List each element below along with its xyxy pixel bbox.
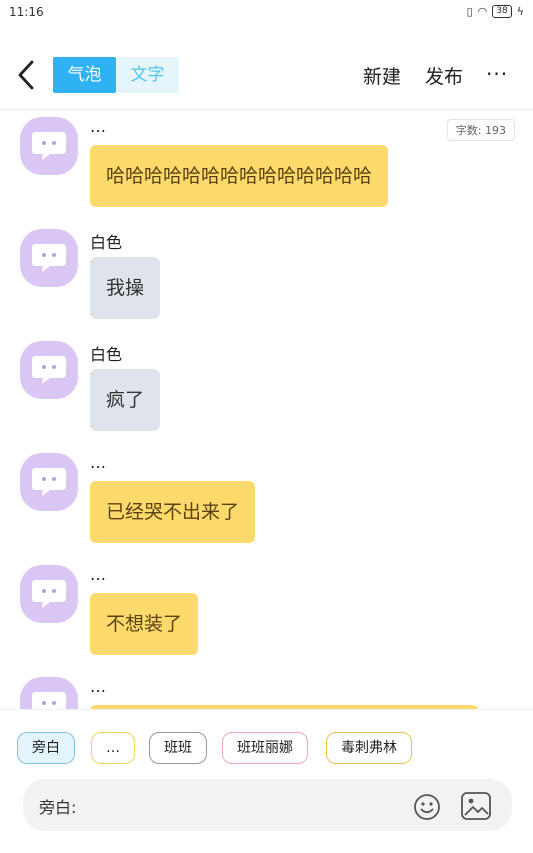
avatar[interactable] (20, 565, 78, 623)
avatar[interactable] (20, 453, 78, 511)
emoji-icon[interactable] (413, 793, 441, 821)
role-chip-banban[interactable]: 班班 (149, 732, 207, 764)
message-bubble[interactable]: 疯了 (90, 369, 161, 431)
role-chip-ducifulin[interactable]: 毒刺弗林 (326, 732, 412, 764)
tab-text[interactable]: 文字 (116, 57, 179, 93)
status-icons: ▯ ◠ 38 ϟ (467, 5, 524, 18)
message-bubble[interactable]: 已经哭不出来了 (90, 481, 256, 543)
battery-icon: 38 (492, 5, 512, 18)
sender-name: 白色 (90, 233, 123, 252)
status-time: 11:16 (9, 5, 44, 19)
role-chip-banbanlina[interactable]: 班班丽娜 (222, 732, 308, 764)
message-bubble[interactable]: 我操 (90, 257, 161, 319)
back-arrow-icon[interactable] (14, 58, 40, 92)
role-chip-narrator[interactable]: 旁白 (17, 732, 75, 764)
chat-bubble-icon (32, 468, 66, 496)
new-button[interactable]: 新建 (363, 62, 401, 89)
mode-tabs: 气泡 文字 (53, 57, 179, 93)
input-label: 旁白: (39, 798, 77, 817)
status-bar: 11:16 ▯ ◠ 38 ϟ (0, 0, 533, 28)
publish-button[interactable]: 发布 (425, 62, 463, 89)
sender-name: … (90, 453, 106, 472)
chat-bubble-icon (32, 580, 66, 608)
image-icon[interactable] (460, 791, 492, 821)
chat-bubble-icon (32, 132, 66, 160)
charging-icon: ϟ (516, 5, 524, 18)
chat-bubble-icon (32, 244, 66, 272)
message-bubble[interactable]: 哈哈哈哈哈哈哈哈哈哈哈哈哈哈 (90, 145, 389, 207)
vibrate-icon: ▯ (466, 5, 473, 18)
tab-bubble[interactable]: 气泡 (53, 57, 116, 93)
message-input[interactable]: 旁白: (23, 779, 512, 831)
sender-name: … (90, 677, 106, 696)
more-menu-button[interactable]: ··· (486, 62, 508, 86)
top-bar: 气泡 文字 新建 发布 ··· (0, 40, 533, 110)
wifi-icon: ◠ (477, 5, 488, 18)
message-bubble[interactable]: 不想装了 (90, 593, 199, 655)
chat-area[interactable]: 字数: 193 … 哈哈哈哈哈哈哈哈哈哈哈哈哈哈 白色 我操 白色 疯了 … 已… (0, 111, 533, 709)
avatar[interactable] (20, 677, 78, 709)
sender-name: … (90, 565, 106, 584)
sender-name: 白色 (90, 345, 123, 364)
avatar[interactable] (20, 117, 78, 175)
word-count-badge: 字数: 193 (446, 119, 515, 141)
chat-bubble-icon (32, 356, 66, 384)
chat-bubble-icon (32, 692, 66, 709)
role-chip-ellipsis[interactable]: … (91, 732, 135, 764)
avatar[interactable] (20, 341, 78, 399)
avatar[interactable] (20, 229, 78, 287)
sender-name: … (90, 117, 106, 136)
role-selector: 旁白 … 班班 班班丽娜 毒刺弗林 (0, 709, 533, 779)
